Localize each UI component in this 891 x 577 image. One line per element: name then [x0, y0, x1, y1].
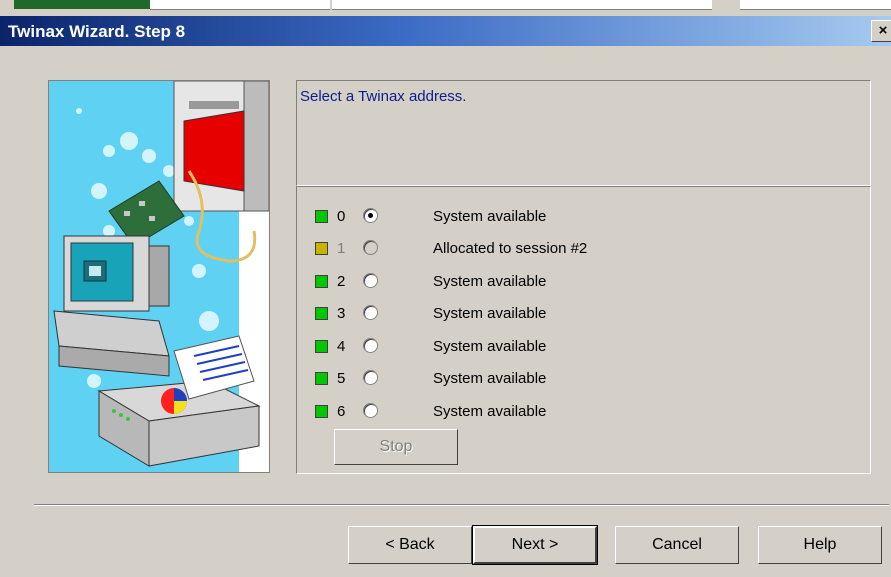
window-title: Twinax Wizard. Step 8	[8, 22, 186, 41]
address-status: System available	[433, 338, 547, 355]
address-number: 1	[337, 240, 346, 257]
help-button[interactable]: Help	[758, 526, 882, 564]
address-row-2[interactable]: 2 System available	[315, 271, 855, 295]
background-window-segment	[332, 0, 712, 10]
address-radio-0[interactable]	[363, 208, 378, 223]
address-radio-6[interactable]	[363, 403, 378, 418]
address-status: System available	[433, 403, 547, 420]
instruction-text: Select a Twinax address.	[300, 88, 467, 105]
address-list-panel: 0 System available 1 Allocated to sessio…	[296, 186, 871, 474]
address-radio-4[interactable]	[363, 338, 378, 353]
background-window-strip	[0, 0, 891, 16]
status-indicator-icon	[315, 242, 328, 255]
address-number: 4	[337, 338, 346, 355]
description-panel: Select a Twinax address.	[296, 80, 871, 186]
address-number: 3	[337, 305, 346, 322]
cancel-button[interactable]: Cancel	[615, 526, 739, 564]
address-number: 0	[337, 208, 346, 225]
address-row-3[interactable]: 3 System available	[315, 303, 855, 327]
address-radio-2[interactable]	[363, 273, 378, 288]
address-radio-1	[363, 240, 378, 255]
address-status: System available	[433, 273, 547, 290]
background-window-tab	[14, 0, 150, 9]
address-status: Allocated to session #2	[433, 240, 588, 257]
address-status: System available	[433, 305, 547, 322]
title-bar: Twinax Wizard. Step 8 ×	[0, 16, 891, 46]
separator-line	[34, 504, 889, 506]
address-row-1: 1 Allocated to session #2	[315, 238, 855, 262]
address-status: System available	[433, 208, 547, 225]
background-window-segment	[740, 0, 891, 10]
address-number: 6	[337, 403, 346, 420]
status-indicator-icon	[315, 372, 328, 385]
status-indicator-icon	[315, 340, 328, 353]
status-indicator-icon	[315, 210, 328, 223]
status-indicator-icon	[315, 307, 328, 320]
address-row-5[interactable]: 5 System available	[315, 368, 855, 392]
background-window-segment	[150, 0, 330, 10]
address-row-6[interactable]: 6 System available	[315, 401, 855, 425]
address-row-0[interactable]: 0 System available	[315, 206, 855, 230]
status-indicator-icon	[315, 275, 328, 288]
status-indicator-icon	[315, 405, 328, 418]
close-icon: ×	[878, 22, 888, 39]
address-number: 5	[337, 370, 346, 387]
next-button[interactable]: Next >	[472, 525, 598, 565]
address-row-4[interactable]: 4 System available	[315, 336, 855, 360]
address-radio-3[interactable]	[363, 305, 378, 320]
close-button[interactable]: ×	[871, 20, 891, 42]
stop-button: Stop	[334, 429, 458, 465]
computer-printer-illustration	[49, 81, 269, 472]
back-button[interactable]: < Back	[348, 526, 472, 564]
wizard-illustration	[48, 80, 270, 473]
address-number: 2	[337, 273, 346, 290]
address-radio-5[interactable]	[363, 370, 378, 385]
address-status: System available	[433, 370, 547, 387]
